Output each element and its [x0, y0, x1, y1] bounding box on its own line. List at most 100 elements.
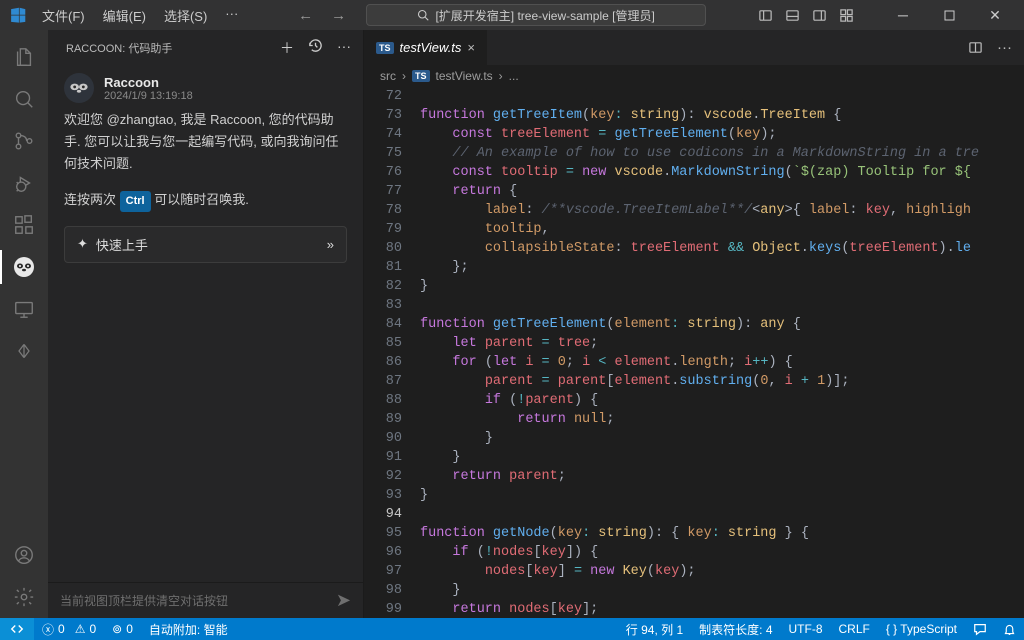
- encoding[interactable]: UTF-8: [781, 622, 831, 636]
- remote-activity-icon[interactable]: [0, 288, 48, 330]
- menu-edit[interactable]: 编辑(E): [95, 2, 154, 29]
- tab-close-icon[interactable]: ×: [467, 40, 475, 55]
- code-line[interactable]: 89 return null;: [364, 410, 1024, 429]
- code-line[interactable]: 85 let parent = tree;: [364, 334, 1024, 353]
- send-icon[interactable]: ➤: [336, 590, 351, 611]
- nav-back-icon[interactable]: ←: [298, 7, 313, 24]
- other-activity-icon[interactable]: [0, 330, 48, 372]
- remote-indicator[interactable]: [0, 618, 34, 640]
- explorer-icon[interactable]: [0, 36, 48, 78]
- code-line[interactable]: 77 return {: [364, 182, 1024, 201]
- breadcrumb-tail[interactable]: ...: [509, 69, 519, 83]
- new-chat-icon[interactable]: ＋: [280, 38, 294, 58]
- tab-size[interactable]: 制表符长度: 4: [691, 621, 780, 638]
- code-line[interactable]: 98 }: [364, 581, 1024, 600]
- feedback-icon[interactable]: [965, 622, 995, 636]
- chevron-icon: ›: [402, 69, 406, 83]
- activity-bar: [0, 30, 48, 618]
- code-line[interactable]: 94: [364, 505, 1024, 524]
- bell-icon[interactable]: [995, 623, 1024, 636]
- window-maximize[interactable]: [926, 0, 972, 30]
- warning-icon: ⚠: [75, 622, 86, 636]
- debug-icon[interactable]: [0, 162, 48, 204]
- chat-input[interactable]: 当前视图顶栏提供清空对话按钮: [60, 592, 336, 609]
- code-line[interactable]: 91 }: [364, 448, 1024, 467]
- code-line[interactable]: 75 // An example of how to use codicons …: [364, 144, 1024, 163]
- ctrl-key-badge: Ctrl: [120, 191, 151, 212]
- history-icon[interactable]: [308, 38, 323, 58]
- sparkle-icon: ✦: [77, 236, 88, 252]
- code-line[interactable]: 84function getTreeElement(element: strin…: [364, 315, 1024, 334]
- sidebar-more-icon[interactable]: ···: [337, 38, 351, 58]
- layout-toggle-secondary-icon[interactable]: [812, 8, 827, 23]
- eol[interactable]: CRLF: [831, 622, 878, 636]
- editor-more-icon[interactable]: ···: [997, 39, 1012, 56]
- code-line[interactable]: 76 const tooltip = new vscode.MarkdownSt…: [364, 163, 1024, 182]
- ts-file-icon: TS: [412, 70, 430, 82]
- ports-item[interactable]: ⊚0: [104, 622, 141, 636]
- message-body-2: 连按两次 Ctrl 可以随时召唤我.: [64, 189, 347, 212]
- ts-file-icon: TS: [376, 42, 394, 54]
- tab-label: testView.ts: [400, 40, 462, 55]
- message-body-1: 欢迎您 @zhangtao, 我是 Raccoon, 您的代码助手. 您可以让我…: [64, 109, 347, 175]
- code-line[interactable]: 83: [364, 296, 1024, 315]
- menu-more[interactable]: ···: [217, 2, 246, 29]
- code-line[interactable]: 78 label: /**vscode.TreeItemLabel**/<any…: [364, 201, 1024, 220]
- code-line[interactable]: 79 tooltip,: [364, 220, 1024, 239]
- search-activity-icon[interactable]: [0, 78, 48, 120]
- sidebar-panel: RACCOON: 代码助手 ＋ ··· Raccoon 2024/1/9 13:…: [48, 30, 364, 618]
- breadcrumb-folder[interactable]: src: [380, 69, 396, 83]
- error-icon: ⓧ: [42, 621, 54, 638]
- window-close[interactable]: ✕: [972, 0, 1018, 30]
- debug-attach-item[interactable]: 自动附加: 智能: [141, 621, 236, 638]
- code-line[interactable]: 99 return nodes[key];: [364, 600, 1024, 618]
- code-line[interactable]: 74 const treeElement = getTreeElement(ke…: [364, 125, 1024, 144]
- quickstart-button[interactable]: ✦ 快速上手 »: [64, 226, 347, 263]
- code-line[interactable]: 88 if (!parent) {: [364, 391, 1024, 410]
- sidebar-title: RACCOON: 代码助手: [66, 40, 172, 56]
- breadcrumb[interactable]: src › TS testView.ts › ...: [364, 65, 1024, 87]
- search-icon: [417, 9, 429, 21]
- layout-toggle-sidebar-icon[interactable]: [758, 8, 773, 23]
- window-minimize[interactable]: ─: [880, 0, 926, 30]
- menu-file[interactable]: 文件(F): [34, 2, 93, 29]
- code-line[interactable]: 72: [364, 87, 1024, 106]
- breadcrumb-file[interactable]: testView.ts: [436, 69, 493, 83]
- menu-select[interactable]: 选择(S): [156, 2, 215, 29]
- errors-item[interactable]: ⓧ0⚠0: [34, 621, 104, 638]
- code-line[interactable]: 82}: [364, 277, 1024, 296]
- message-time: 2024/1/9 13:19:18: [104, 90, 193, 102]
- chevron-icon: ›: [499, 69, 503, 83]
- assistant-name: Raccoon: [104, 75, 193, 90]
- tab-testview[interactable]: TS testView.ts ×: [364, 30, 488, 65]
- code-line[interactable]: 86 for (let i = 0; i < element.length; i…: [364, 353, 1024, 372]
- code-line[interactable]: 87 parent = parent[element.substring(0, …: [364, 372, 1024, 391]
- scm-icon[interactable]: [0, 120, 48, 162]
- code-editor[interactable]: 7273function getTreeItem(key: string): v…: [364, 87, 1024, 618]
- quickstart-label: 快速上手: [96, 235, 148, 254]
- code-line[interactable]: 92 return parent;: [364, 467, 1024, 486]
- code-line[interactable]: 96 if (!nodes[key]) {: [364, 543, 1024, 562]
- chat-body: Raccoon 2024/1/9 13:19:18 欢迎您 @zhangtao,…: [48, 65, 363, 582]
- sidebar-header: RACCOON: 代码助手 ＋ ···: [48, 30, 363, 65]
- layout-toggle-panel-icon[interactable]: [785, 8, 800, 23]
- raccoon-avatar: [64, 73, 94, 103]
- code-line[interactable]: 81 };: [364, 258, 1024, 277]
- cursor-position[interactable]: 行 94, 列 1: [618, 621, 691, 638]
- command-center[interactable]: [扩展开发宿主] tree-view-sample [管理员]: [366, 4, 706, 26]
- split-editor-icon[interactable]: [968, 40, 983, 55]
- code-line[interactable]: 80 collapsibleState: treeElement && Obje…: [364, 239, 1024, 258]
- code-line[interactable]: 93}: [364, 486, 1024, 505]
- code-line[interactable]: 95function getNode(key: string): { key: …: [364, 524, 1024, 543]
- accounts-icon[interactable]: [0, 534, 48, 576]
- raccoon-activity-icon[interactable]: [0, 246, 48, 288]
- extensions-icon[interactable]: [0, 204, 48, 246]
- code-line[interactable]: 73function getTreeItem(key: string): vsc…: [364, 106, 1024, 125]
- nav-forward-icon[interactable]: →: [331, 7, 346, 24]
- titlebar: 文件(F) 编辑(E) 选择(S) ··· ← → [扩展开发宿主] tree-…: [0, 0, 1024, 30]
- layout-customize-icon[interactable]: [839, 8, 854, 23]
- language-mode[interactable]: { } TypeScript: [878, 622, 965, 636]
- code-line[interactable]: 90 }: [364, 429, 1024, 448]
- code-line[interactable]: 97 nodes[key] = new Key(key);: [364, 562, 1024, 581]
- settings-icon[interactable]: [0, 576, 48, 618]
